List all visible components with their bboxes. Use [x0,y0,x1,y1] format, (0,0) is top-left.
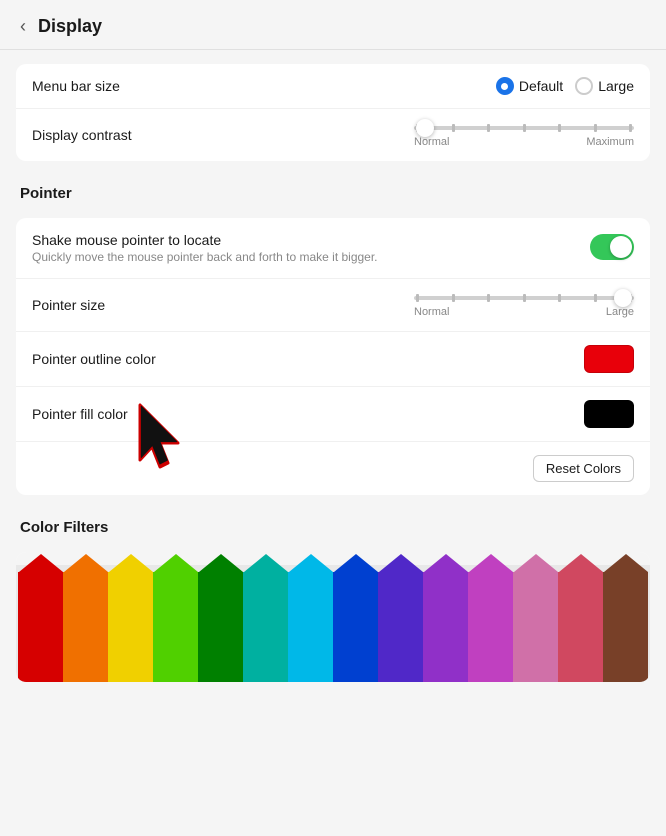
radio-large-label: Large [598,78,634,94]
contrast-slider-track[interactable] [414,126,634,130]
pencil-item [63,554,108,682]
pencil-tip [154,554,198,572]
pencil-item [558,554,603,682]
pencil-tip [289,554,333,572]
radio-large[interactable]: Large [575,77,634,95]
pencil-tip [469,554,513,572]
main-content: Menu bar size Default Large Display cont… [0,50,666,696]
pointer-fill-color-label: Pointer fill color [32,406,584,422]
pencil-body [153,572,198,682]
shake-pointer-row: Shake mouse pointer to locate Quickly mo… [16,218,650,279]
pencil-body [288,572,333,682]
pencil-tip [199,554,243,572]
radio-default-circle[interactable] [496,77,514,95]
pointer-outline-color-swatch[interactable] [584,345,634,373]
header: ‹ Display [0,0,666,50]
shake-pointer-label: Shake mouse pointer to locate [32,232,590,248]
shake-pointer-text: Shake mouse pointer to locate Quickly mo… [32,232,590,264]
pencil-body [243,572,288,682]
pencil-item [603,554,648,682]
pencil-tip [64,554,108,572]
shake-pointer-toggle[interactable] [590,234,634,260]
pencil-body [603,572,648,682]
pointer-size-labels: Normal Large [414,306,634,318]
page-title: Display [38,16,102,37]
display-contrast-label: Display contrast [32,127,414,143]
menu-bar-size-row: Menu bar size Default Large [16,64,650,109]
pencil-item [378,554,423,682]
pencil-tip [334,554,378,572]
display-window: ‹ Display Menu bar size Default Large [0,0,666,836]
pencil-body [423,572,468,682]
pencil-item [513,554,558,682]
pointer-outline-color-row: Pointer outline color [16,332,650,387]
pointer-size-ticks [414,294,634,302]
contrast-maximum-label: Maximum [586,136,634,148]
contrast-slider-container: Normal Maximum [414,122,634,148]
reset-colors-row: Reset Colors [16,442,650,495]
contrast-slider-labels: Normal Maximum [414,136,634,148]
display-card: Menu bar size Default Large Display cont… [16,64,650,161]
contrast-slider-ticks [414,124,634,132]
pencil-body [333,572,378,682]
pencil-body [558,572,603,682]
reset-colors-button[interactable]: Reset Colors [533,455,634,482]
pencil-item [198,554,243,682]
pencil-tip [514,554,558,572]
radio-large-circle[interactable] [575,77,593,95]
pencil-body [378,572,423,682]
color-filters-heading: Color Filters [16,509,650,538]
pencil-tip [379,554,423,572]
pointer-outline-color-label: Pointer outline color [32,351,584,367]
pencil-body [468,572,513,682]
radio-default-label: Default [519,78,563,94]
pencil-item [18,554,63,682]
pointer-size-slider-container: Normal Large [414,292,634,318]
pencil-tip [109,554,153,572]
pointer-size-label: Pointer size [32,297,414,313]
pencil-tip [244,554,288,572]
pointer-fill-color-swatch[interactable] [584,400,634,428]
pencil-item [288,554,333,682]
pencils-display [16,552,650,682]
back-button[interactable]: ‹ [20,16,30,37]
menu-bar-size-radio-group: Default Large [496,77,634,95]
display-contrast-row: Display contrast [16,109,650,161]
pencil-item [333,554,378,682]
pencil-item [243,554,288,682]
pencil-body [18,572,63,682]
pencil-tip [424,554,468,572]
contrast-slider-thumb[interactable] [416,119,434,137]
pencil-tip [19,554,63,572]
color-filters-card [16,552,650,682]
pencil-item [468,554,513,682]
pointer-section-heading: Pointer [16,175,650,204]
pointer-size-normal-label: Normal [414,306,449,318]
pencil-item [108,554,153,682]
pencil-body [108,572,153,682]
shake-pointer-desc: Quickly move the mouse pointer back and … [32,250,590,264]
pencil-body [513,572,558,682]
pointer-fill-color-row: Pointer fill color [16,387,650,442]
pencil-tip [559,554,603,572]
pencil-tip [604,554,648,572]
radio-default[interactable]: Default [496,77,563,95]
pencil-body [198,572,243,682]
toggle-thumb [610,236,632,258]
pointer-size-slider-track[interactable] [414,296,634,300]
menu-bar-size-label: Menu bar size [32,78,496,94]
back-chevron-icon: ‹ [20,16,26,37]
pencil-body [63,572,108,682]
pointer-size-large-label: Large [606,306,634,318]
pencil-item [153,554,198,682]
contrast-normal-label: Normal [414,136,449,148]
pointer-size-row: Pointer size [16,279,650,332]
pointer-card: Shake mouse pointer to locate Quickly mo… [16,218,650,495]
pencil-item [423,554,468,682]
pointer-size-slider-thumb[interactable] [614,289,632,307]
